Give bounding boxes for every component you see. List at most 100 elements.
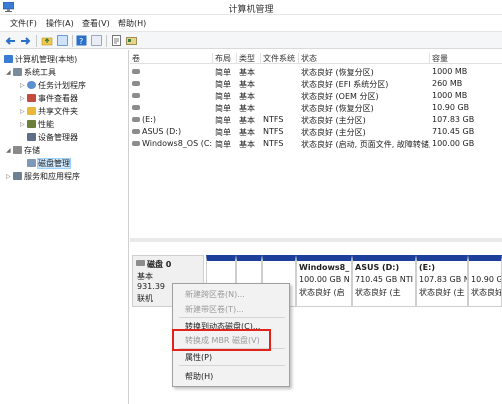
tree-system-tools-label: 系统工具 (24, 68, 56, 77)
table-cell: 107.83 GB (432, 115, 475, 124)
col-filesystem[interactable]: 文件系统 (261, 53, 299, 64)
volume-icon (132, 141, 140, 146)
tree-event-viewer[interactable]: ▷ 事件查看器 (20, 93, 78, 104)
table-row[interactable]: 简单 基本 状态良好 (恢复分区) 1000 MB (130, 66, 502, 77)
volume-name: Windows8_OS (C:) (142, 139, 213, 148)
tree-device-manager[interactable]: 设备管理器 (27, 132, 78, 143)
properties-icon[interactable] (91, 35, 102, 46)
window-title: 计算机管理 (228, 5, 274, 15)
computer-icon (4, 55, 13, 63)
disk-name: 磁盘 0 (147, 260, 172, 269)
tree-disk-management[interactable]: 磁盘管理 (20, 158, 71, 169)
menu-view[interactable]: 查看(V) (82, 18, 110, 29)
export-icon[interactable] (111, 35, 122, 46)
disk-partition[interactable]: Windows8_ 100.00 GB N 状态良好 (启 (296, 255, 352, 307)
collapse-arrow-icon[interactable]: ▷ (20, 82, 27, 89)
folder-up-icon[interactable] (41, 35, 53, 46)
tree-services-apps[interactable]: ▷ 服务和应用程序 (6, 171, 80, 182)
menu-separator (179, 317, 285, 318)
disk-icon (136, 260, 145, 266)
disk-partition[interactable]: ASUS (D:) 710.45 GB NTI 状态良好 (主 (352, 255, 416, 307)
partition-size: 10.90 GB (471, 275, 501, 284)
tree-performance[interactable]: ▷ 性能 (20, 119, 54, 130)
collapse-arrow-icon[interactable]: ▷ (20, 95, 27, 102)
table-cell: 710.45 GB (432, 127, 475, 136)
col-status[interactable]: 状态 (299, 53, 430, 64)
partition-size: 107.83 GB N (419, 275, 468, 284)
services-icon (13, 172, 22, 180)
disk-status: 联机 (137, 294, 153, 303)
partition-status: 状态良好 (主 (355, 288, 401, 297)
console-tree-icon[interactable] (57, 35, 68, 46)
partition-size: 710.45 GB NTI (355, 275, 413, 284)
svg-text:?: ? (79, 37, 83, 46)
partition-name: ASUS (D:) (355, 263, 400, 272)
menu-separator (179, 365, 285, 366)
table-cell: NTFS (263, 115, 284, 124)
volume-name: (E:) (142, 115, 156, 124)
col-volume[interactable]: 卷 (130, 53, 213, 64)
disk-management-icon (27, 159, 36, 167)
col-capacity[interactable]: 容量 (430, 53, 502, 64)
table-row[interactable]: ASUS (D:) 简单 基本 NTFS 状态良好 (主分区) 710.45 GB (130, 126, 502, 137)
table-cell: 100.00 GB (432, 139, 475, 148)
table-cell: 简单 (215, 140, 231, 149)
table-row[interactable]: 简单 基本 状态良好 (恢复分区) 10.90 GB (130, 102, 502, 113)
table-cell: 简单 (215, 68, 231, 77)
table-cell: 简单 (215, 128, 231, 137)
menu-properties[interactable]: 属性(P) (185, 352, 212, 363)
table-row[interactable]: (E:) 简单 基本 NTFS 状态良好 (主分区) 107.83 GB (130, 114, 502, 125)
volume-icon (132, 129, 140, 134)
volume-list: 卷 布局 类型 文件系统 状态 容量 简单 基本 状态良好 (恢复分区) 1000 M… (130, 50, 502, 238)
disk-partition[interactable]: 10.90 GB 状态良好 ( (468, 255, 502, 307)
forward-arrow-icon[interactable] (20, 36, 31, 46)
tree-system-tools[interactable]: ◢ 系统工具 (6, 67, 56, 78)
volume-icon (132, 117, 140, 122)
volume-icon (132, 81, 140, 86)
collapse-arrow-icon[interactable]: ▷ (20, 108, 27, 115)
disk-partition[interactable]: (E:) 107.83 GB N 状态良好 (主 (416, 255, 468, 307)
volume-icon (132, 69, 140, 74)
table-row[interactable]: Windows8_OS (C:) 简单 基本 NTFS 状态良好 (启动, 页面文件, … (130, 138, 502, 149)
col-layout[interactable]: 布局 (213, 53, 237, 64)
title-bar: 计算机管理 (0, 0, 502, 15)
clock-icon (27, 81, 36, 89)
back-arrow-icon[interactable] (5, 36, 16, 46)
tree-task-scheduler-label: 任务计划程序 (38, 81, 86, 90)
tree-root-label: 计算机管理(本地) (15, 55, 78, 64)
tree-shared-folders-label: 共享文件夹 (38, 107, 78, 116)
table-row[interactable]: 简单 基本 状态良好 (OEM 分区) 1000 MB (130, 90, 502, 101)
tree-storage-label: 存储 (24, 146, 40, 155)
tree-storage[interactable]: ◢ 存储 (6, 145, 40, 156)
expand-arrow-icon[interactable]: ◢ (6, 147, 13, 154)
toolbar-separator (106, 35, 107, 47)
partition-status: 状态良好 (主 (419, 288, 465, 297)
disk-settings-icon[interactable] (126, 35, 137, 46)
menu-file[interactable]: 文件(F) (10, 18, 37, 29)
table-cell: 简单 (215, 80, 231, 89)
col-type[interactable]: 类型 (237, 53, 261, 64)
table-cell: 状态良好 (OEM 分区) (301, 92, 379, 101)
event-log-icon (27, 94, 36, 102)
toolbar-separator (72, 35, 73, 47)
disk-size: 931.39 (137, 282, 165, 291)
menu-help[interactable]: 帮助(H) (118, 18, 146, 29)
menu-new-striped-volume[interactable]: 新建带区卷(T)... (185, 304, 244, 315)
menu-action[interactable]: 操作(A) (46, 18, 74, 29)
expand-arrow-icon[interactable]: ◢ (6, 69, 13, 76)
menu-help-item[interactable]: 帮助(H) (185, 371, 213, 382)
table-cell: 基本 (239, 140, 255, 149)
table-cell: 1000 MB (432, 67, 468, 76)
tree-performance-label: 性能 (38, 120, 54, 129)
menu-new-spanned-volume[interactable]: 新建跨区卷(N)... (185, 289, 245, 300)
collapse-arrow-icon[interactable]: ▷ (6, 173, 13, 180)
tree-services-apps-label: 服务和应用程序 (24, 172, 80, 181)
table-cell (132, 79, 213, 88)
table-row[interactable]: 简单 基本 状态良好 (EFI 系统分区) 260 MB (130, 78, 502, 89)
tree-task-scheduler[interactable]: ▷ 任务计划程序 (20, 80, 86, 91)
help-icon[interactable]: ? (76, 35, 87, 46)
tree-root[interactable]: 计算机管理(本地) (4, 54, 77, 65)
partition-name: (E:) (419, 263, 435, 272)
collapse-arrow-icon[interactable]: ▷ (20, 121, 27, 128)
tree-shared-folders[interactable]: ▷ 共享文件夹 (20, 106, 78, 117)
